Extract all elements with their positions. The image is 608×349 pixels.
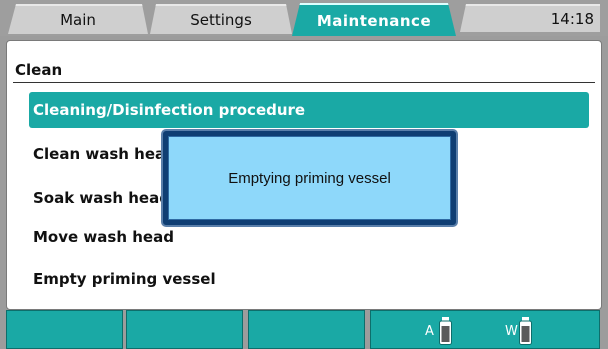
section-divider bbox=[13, 82, 595, 83]
dialog-message: Emptying priming vessel bbox=[168, 136, 451, 220]
bottle-a-label: A bbox=[425, 324, 434, 339]
bottle-a-icon bbox=[439, 317, 452, 345]
clock-display: 14:18 bbox=[460, 4, 600, 32]
progress-dialog: Emptying priming vessel bbox=[161, 129, 458, 227]
tab-settings[interactable]: Settings bbox=[150, 4, 292, 34]
softkey-3[interactable] bbox=[248, 310, 365, 349]
bottle-w-icon bbox=[519, 317, 532, 345]
status-area: A W bbox=[370, 310, 600, 349]
softkey-2[interactable] bbox=[126, 310, 243, 349]
bottle-w-label: W bbox=[505, 324, 518, 339]
menu-item-cleaning-disinfection[interactable]: Cleaning/Disinfection procedure bbox=[29, 92, 589, 128]
softkey-1[interactable] bbox=[6, 310, 123, 349]
section-title: Clean bbox=[15, 61, 63, 79]
menu-item-empty-priming-vessel[interactable]: Empty priming vessel bbox=[29, 261, 589, 297]
tab-main[interactable]: Main bbox=[8, 4, 148, 34]
tab-bar: Main Settings Maintenance 14:18 bbox=[0, 0, 608, 36]
tab-maintenance[interactable]: Maintenance bbox=[292, 3, 456, 36]
bottom-bar: A W bbox=[6, 310, 600, 349]
